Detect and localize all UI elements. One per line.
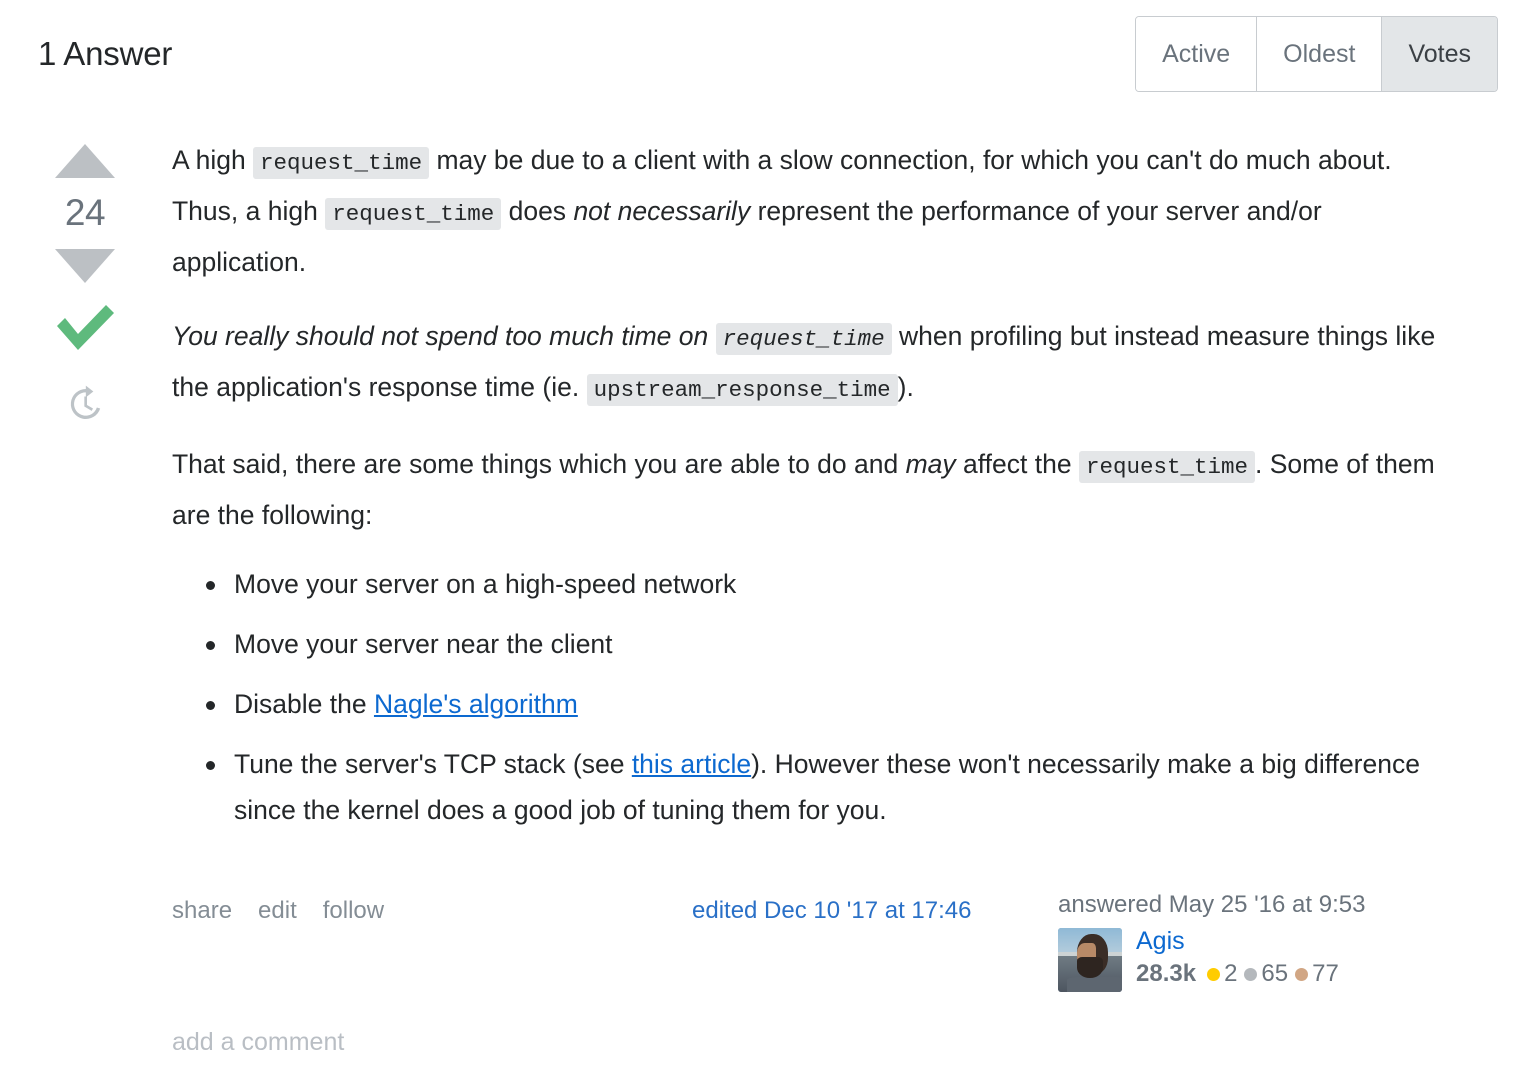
p3-text-1: That said, there are some things which y… [172, 449, 906, 479]
answered-timestamp: answered May 25 '16 at 9:53 [1058, 891, 1366, 918]
answer-footer: share edit follow edited Dec 10 '17 at 1… [172, 891, 1438, 992]
list-item: Move your server near the client [206, 621, 1438, 667]
answerer-user-card: answered May 25 '16 at 9:53 Agis 28.3k 2… [1044, 891, 1438, 992]
answers-page: 1 Answer Active Oldest Votes 24 A high r… [0, 0, 1528, 1068]
bullet-3-text-1: Disable the [234, 689, 374, 719]
p1-text-1: A high [172, 145, 254, 175]
p1-text-3: does [501, 196, 574, 226]
answer-paragraph-2: You really should not spend too much tim… [172, 312, 1438, 414]
user-details: Agis 28.3k 2 65 77 [1136, 928, 1339, 988]
answer-sort-tabs: Active Oldest Votes [1135, 16, 1498, 92]
gold-badge-icon [1207, 967, 1221, 981]
answer-paragraph-3: That said, there are some things which y… [172, 440, 1438, 539]
inline-code-request-time-4: request_time [1078, 451, 1255, 483]
triangle-up-icon[interactable] [55, 144, 115, 178]
inline-code-request-time-3: request_time [715, 323, 892, 355]
reputation-score: 28.3k [1136, 960, 1197, 988]
silver-badge-icon [1244, 967, 1258, 981]
list-item: Move your server on a high-speed network [206, 561, 1438, 607]
tab-oldest[interactable]: Oldest [1257, 17, 1383, 91]
list-item: Tune the server's TCP stack (see this ar… [206, 741, 1438, 833]
edit-button[interactable]: edit [258, 897, 297, 925]
user-reputation-line: 28.3k 2 65 77 [1136, 960, 1339, 988]
user-row: Agis 28.3k 2 65 77 [1058, 928, 1438, 992]
gold-badge-count: 2 [1224, 960, 1238, 988]
avatar-beard [1077, 957, 1103, 978]
p3-emphasis-may: may [905, 449, 956, 479]
inline-code-upstream-response-time: upstream_response_time [586, 374, 898, 406]
p3-text-2: affect the [955, 449, 1079, 479]
vote-cell: 24 [30, 136, 140, 429]
bronze-badge-icon [1295, 967, 1309, 981]
checkmark-icon [52, 301, 118, 358]
gold-badge[interactable]: 2 [1207, 960, 1237, 988]
link-nagles-algorithm[interactable]: Nagle's algorithm [374, 689, 578, 719]
avatar[interactable] [1058, 928, 1122, 992]
answer-bullet-list: Move your server on a high-speed network… [172, 561, 1438, 833]
answers-header: 1 Answer Active Oldest Votes [30, 0, 1498, 108]
p2-em-text: You really should not spend too much tim… [172, 321, 716, 351]
follow-button[interactable]: follow [323, 897, 384, 925]
answer-post: 24 A high request_time may be due to a c… [30, 136, 1498, 992]
edited-timestamp[interactable]: edited Dec 10 '17 at 17:46 [692, 891, 971, 925]
silver-badge[interactable]: 65 [1244, 960, 1288, 988]
add-comment-button[interactable]: add a comment [172, 1028, 1498, 1057]
share-button[interactable]: share [172, 897, 232, 925]
link-this-article[interactable]: this article [632, 749, 751, 779]
inline-code-request-time-1: request_time [253, 147, 430, 179]
inline-code-request-time-2: request_time [325, 198, 502, 230]
history-clock-icon[interactable] [65, 384, 105, 429]
post-menu: share edit follow [172, 891, 692, 925]
bullet-2-text-1: Move your server near the client [234, 629, 613, 659]
answer-paragraph-1: A high request_time may be due to a clie… [172, 136, 1438, 286]
bronze-badge[interactable]: 77 [1295, 960, 1339, 988]
bronze-badge-count: 77 [1312, 960, 1339, 988]
list-item: Disable the Nagle's algorithm [206, 681, 1438, 727]
user-link[interactable]: Agis [1136, 928, 1339, 955]
silver-badge-count: 65 [1261, 960, 1289, 988]
p1-emphasis-not-necessarily: not necessarily [573, 196, 751, 226]
bullet-4-text-1: Tune the server's TCP stack (see [234, 749, 632, 779]
tab-active[interactable]: Active [1136, 17, 1258, 91]
page-title: 1 Answer [38, 35, 173, 73]
p2-text-3: ). [897, 372, 914, 402]
tab-votes[interactable]: Votes [1382, 17, 1497, 91]
p2-emphasis-lead: You really should not spend too much tim… [172, 321, 892, 355]
vote-count: 24 [64, 192, 106, 233]
avatar-body [1066, 976, 1122, 992]
answer-body: A high request_time may be due to a clie… [140, 136, 1498, 992]
triangle-down-icon[interactable] [55, 249, 115, 283]
bullet-1-text-1: Move your server on a high-speed network [234, 569, 737, 599]
